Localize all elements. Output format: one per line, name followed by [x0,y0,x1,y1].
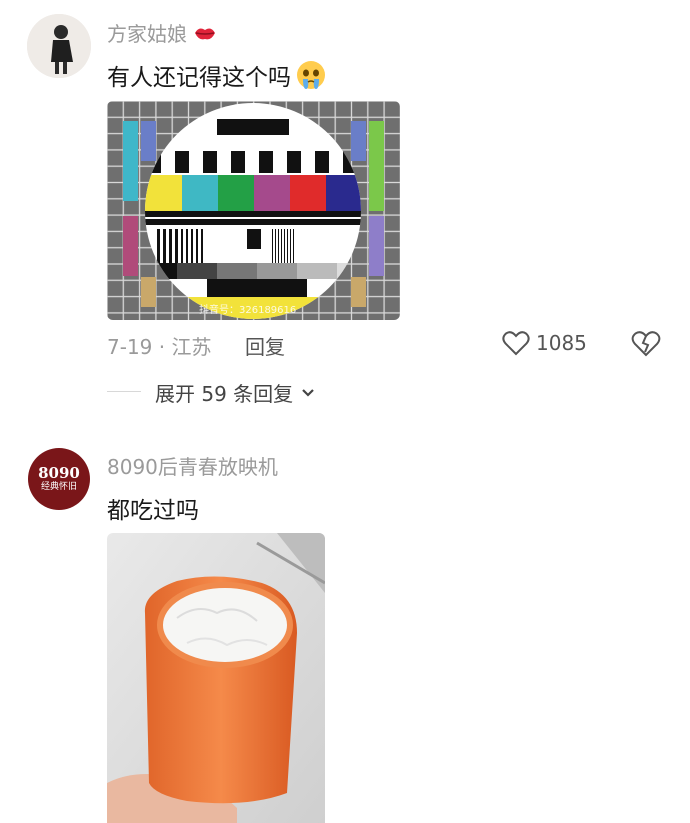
crying-face-icon [297,61,325,89]
test-card-watermark: 抖音号：326189616 [199,303,296,316]
comment2-username[interactable]: 8090后青春放映机 [107,451,278,480]
comment1-like-count: 1085 [536,331,587,355]
expand-replies-label: 展开 59 条回复 [155,382,294,406]
avatar-photo [27,14,91,78]
comment1-date-location: 7-19 · 江苏 [107,335,212,359]
chevron-down-icon [302,388,314,397]
test-card-pattern: 抖音号：326189616 [107,101,400,320]
comment1-reply-button[interactable]: 回复 [245,331,285,360]
avatar2-text-top: 8090 [38,464,80,482]
comment1-username[interactable]: 方家姑娘 [107,18,217,47]
test-card-image[interactable]: 抖音号：326189616 [107,101,400,320]
popsicle-photo [107,533,325,823]
comment1-text: 有人还记得这个吗 [107,58,327,92]
avatar-comment1[interactable] [27,14,91,78]
broken-heart-icon [631,331,661,357]
comment1-like-button[interactable]: 1085 [502,330,587,356]
avatar-comment2[interactable]: 8090 经典怀旧 [28,448,90,510]
lips-icon [195,28,215,39]
comment1-text-content: 有人还记得这个吗 [107,65,291,91]
popsicle-image[interactable] [107,533,325,823]
expand-divider [107,391,141,392]
heart-outline-icon [502,331,530,356]
comment1-username-text: 方家姑娘 [107,22,187,46]
comment1-dislike-button[interactable] [631,330,661,361]
avatar2-text-bottom: 经典怀旧 [40,482,77,492]
expand-replies-button[interactable]: 展开 59 条回复 [155,378,315,407]
comment2-text: 都吃过吗 [107,498,199,524]
